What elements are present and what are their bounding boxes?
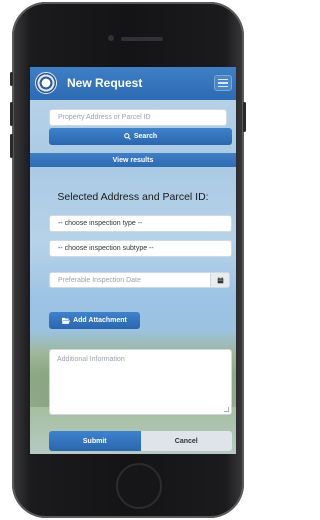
volume-down-button (10, 134, 13, 158)
search-button[interactable]: Search (49, 128, 232, 145)
add-attachment-label: Add Attachment (73, 317, 127, 324)
form-actions: Submit Cancel (49, 431, 232, 451)
silent-switch (10, 72, 13, 86)
inspection-date-placeholder: Preferable Inspection Date (58, 276, 141, 284)
seal-logo-icon (35, 72, 57, 94)
inspection-type-value: -- choose inspection type -- (58, 220, 143, 227)
submit-button[interactable]: Submit (49, 431, 141, 451)
search-input-placeholder: Property Address or Parcel ID (58, 114, 151, 121)
folder-open-icon (62, 317, 71, 324)
inspection-subtype-value: -- choose inspection subtype -- (58, 245, 154, 252)
search-input[interactable]: Property Address or Parcel ID (49, 109, 227, 126)
inspection-type-select[interactable]: -- choose inspection type -- (49, 215, 232, 232)
hamburger-menu-icon[interactable] (214, 75, 232, 91)
power-button (243, 102, 246, 132)
volume-up-button (10, 102, 13, 126)
search-button-label: Search (133, 133, 158, 140)
home-button[interactable] (116, 463, 162, 509)
view-results-button[interactable]: View results (30, 153, 236, 167)
earpiece-speaker (121, 37, 163, 41)
cancel-button[interactable]: Cancel (140, 431, 232, 451)
search-icon (123, 133, 131, 140)
inspection-subtype-select[interactable]: -- choose inspection subtype -- (49, 240, 232, 257)
view-results-label: View results (112, 156, 154, 164)
page-title: New Request (67, 76, 143, 90)
front-camera (108, 35, 114, 41)
additional-info-textarea[interactable]: Additional Information (49, 349, 232, 415)
inspection-date-input[interactable]: Preferable Inspection Date (49, 272, 211, 288)
additional-info-placeholder: Additional Information (57, 356, 125, 363)
calendar-button[interactable] (210, 272, 230, 288)
navbar: New Request (30, 67, 236, 100)
add-attachment-button[interactable]: Add Attachment (49, 312, 140, 329)
app-screen: New Request Property Address or Parcel I… (30, 67, 236, 454)
resize-handle[interactable] (224, 407, 229, 412)
calendar-icon (217, 276, 223, 283)
section-title: Selected Address and Parcel ID: (57, 191, 209, 203)
